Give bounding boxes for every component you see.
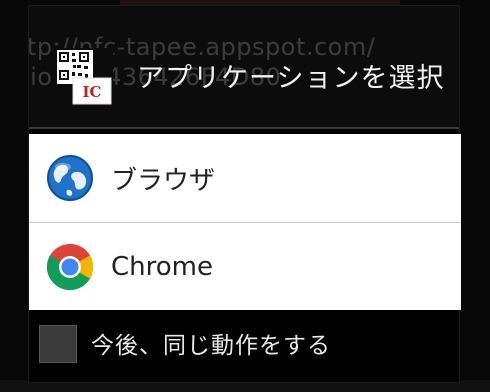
- dialog-header: ttp://nfc-tapee.appspot.com/ zio=0C43642…: [29, 6, 459, 129]
- dialog-footer: 今後、同じ動作をする: [29, 311, 461, 371]
- app-option-browser[interactable]: ブラウザ: [29, 134, 461, 222]
- app-option-label: ブラウザ: [111, 165, 216, 196]
- app-list: ブラウザ Chrome: [29, 134, 461, 310]
- always-use-checkbox[interactable]: [39, 325, 77, 363]
- chrome-icon: [46, 243, 94, 291]
- app-option-label: Chrome: [111, 251, 213, 282]
- ic-badge-text: IC: [83, 83, 102, 101]
- dialog-title: アプリケーションを選択: [137, 63, 445, 94]
- globe-icon: [47, 155, 93, 201]
- qr-code-icon: IC: [55, 48, 113, 106]
- app-option-chrome[interactable]: Chrome: [29, 222, 461, 310]
- always-use-label[interactable]: 今後、同じ動作をする: [91, 326, 331, 360]
- app-chooser-dialog: ttp://nfc-tapee.appspot.com/ zio=0C43642…: [28, 5, 461, 383]
